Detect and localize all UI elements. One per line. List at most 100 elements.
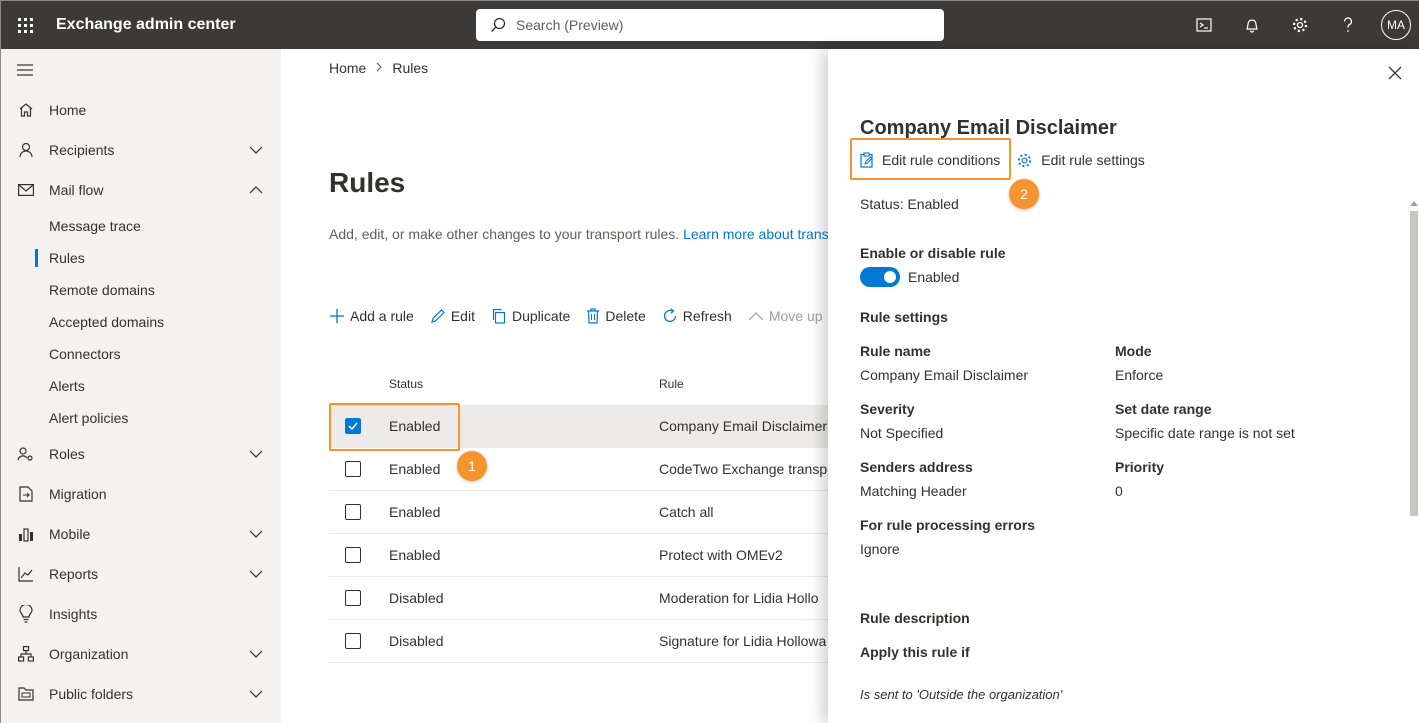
add-rule-button[interactable]: Add a rule xyxy=(329,308,414,324)
sidebar-item-reports[interactable]: Reports xyxy=(1,558,281,590)
sidebar-item-label: Organization xyxy=(49,646,129,662)
sidebar-subitem-label: Remote domains xyxy=(49,282,155,298)
panel-scrollbar[interactable] xyxy=(1409,189,1419,723)
sidebar-item-label: Mobile xyxy=(49,526,91,542)
apply-rule-heading: Apply this rule if xyxy=(860,644,970,660)
collapse-nav-button[interactable] xyxy=(17,63,33,81)
person-icon xyxy=(17,141,35,159)
row-status: Enabled xyxy=(389,461,441,477)
edit-label: Edit xyxy=(450,308,475,324)
rule-description-heading: Rule description xyxy=(860,610,970,626)
field-value-severity: Not Specified xyxy=(860,425,944,441)
chevron-right-icon xyxy=(376,61,383,75)
refresh-icon xyxy=(663,308,676,323)
breadcrumb-home[interactable]: Home xyxy=(329,60,366,76)
chevron-down-icon xyxy=(249,685,263,703)
duplicate-button[interactable]: Duplicate xyxy=(491,308,570,324)
chevron-down-icon xyxy=(249,525,263,543)
callout-highlight-1 xyxy=(329,403,460,451)
sidebar-subitem-rules[interactable]: Rules xyxy=(1,242,281,274)
table-header: Status Rule xyxy=(329,369,828,399)
sidebar-item-migration[interactable]: Migration xyxy=(1,478,281,510)
field-label-date-range: Set date range xyxy=(1115,401,1212,417)
sidebar-item-label: Recipients xyxy=(49,142,115,158)
row-rule-name: Catch all xyxy=(659,504,714,520)
pencil-icon xyxy=(430,309,445,323)
move-up-button[interactable]: Move up xyxy=(748,308,823,324)
row-checkbox[interactable] xyxy=(345,633,361,649)
toggle-state-label: Enabled xyxy=(908,269,960,285)
row-checkbox[interactable] xyxy=(345,590,361,606)
row-checkbox[interactable] xyxy=(345,461,361,477)
sidebar-subitem-connectors[interactable]: Connectors xyxy=(1,338,281,370)
row-status: Disabled xyxy=(389,633,444,649)
rule-status: Status: Enabled xyxy=(860,196,959,212)
panel-title: Company Email Disclaimer xyxy=(860,117,1117,139)
add-rule-label: Add a rule xyxy=(350,308,414,324)
scroll-up-icon xyxy=(1410,193,1418,206)
edit-button[interactable]: Edit xyxy=(430,308,475,324)
sidebar-subitem-alerts[interactable]: Alerts xyxy=(1,370,281,402)
sidebar-item-home[interactable]: Home xyxy=(1,94,281,126)
app-launcher-button[interactable] xyxy=(1,1,49,49)
close-panel-button[interactable] xyxy=(1387,65,1403,81)
sidebar-item-mobile[interactable]: Mobile xyxy=(1,518,281,550)
gear-icon xyxy=(1292,17,1308,33)
help-button[interactable] xyxy=(1324,1,1372,49)
scrollbar-thumb[interactable] xyxy=(1410,211,1418,516)
duplicate-label: Duplicate xyxy=(511,308,571,324)
row-rule-name: Signature for Lidia Hollowa xyxy=(659,633,827,649)
sidebar-subitem-label: Message trace xyxy=(49,218,141,234)
row-checkbox[interactable] xyxy=(345,547,361,563)
chevron-down-icon xyxy=(249,565,263,583)
refresh-button[interactable]: Refresh xyxy=(662,308,732,324)
table-row[interactable]: Enabled Protect with OMEv2 xyxy=(329,534,828,577)
edit-rule-settings-button[interactable]: Edit rule settings xyxy=(1016,152,1145,169)
field-label-severity: Severity xyxy=(860,401,915,417)
breadcrumb-current: Rules xyxy=(392,60,429,76)
table-row[interactable]: Disabled Signature for Lidia Hollowa xyxy=(329,620,828,663)
sidebar-subitem-accepted-domains[interactable]: Accepted domains xyxy=(1,306,281,338)
table-row[interactable]: Enabled CodeTwo Exchange transpo xyxy=(329,448,828,491)
delete-button[interactable]: Delete xyxy=(586,308,646,324)
avatar[interactable]: MA xyxy=(1381,10,1411,40)
sidebar-item-mail-flow[interactable]: Mail flow xyxy=(1,174,281,206)
cloud-shell-button[interactable] xyxy=(1180,1,1228,49)
row-checkbox[interactable] xyxy=(345,504,361,520)
sidebar-item-recipients[interactable]: Recipients xyxy=(1,134,281,166)
chevron-up-icon xyxy=(748,312,764,321)
mail-icon xyxy=(17,181,35,199)
chevron-down-icon xyxy=(249,445,263,463)
field-value-mode: Enforce xyxy=(1115,367,1164,383)
sidebar-item-roles[interactable]: Roles xyxy=(1,438,281,470)
field-label-mode: Mode xyxy=(1115,343,1152,359)
column-header-status[interactable]: Status xyxy=(389,377,423,391)
sidebar-subitem-label: Rules xyxy=(49,250,85,266)
sidebar-subitem-remote-domains[interactable]: Remote domains xyxy=(1,274,281,306)
sidebar-subitem-alert-policies[interactable]: Alert policies xyxy=(1,402,281,434)
enable-rule-toggle[interactable] xyxy=(860,267,900,287)
sidebar-item-public-folders[interactable]: Public folders xyxy=(1,678,281,710)
sidebar-item-label: Reports xyxy=(49,566,99,582)
sidebar-item-organization[interactable]: Organization xyxy=(1,638,281,670)
learn-more-link[interactable]: Learn more about trans xyxy=(683,226,828,242)
refresh-label: Refresh xyxy=(682,308,732,324)
notifications-button[interactable] xyxy=(1228,1,1276,49)
search-input[interactable]: Search (Preview) xyxy=(476,9,944,41)
table-row[interactable]: Enabled Catch all xyxy=(329,491,828,534)
gear-icon xyxy=(1018,153,1032,167)
copy-icon xyxy=(492,308,506,324)
delete-label: Delete xyxy=(605,308,646,324)
search-placeholder: Search (Preview) xyxy=(516,17,624,33)
app-title[interactable]: Exchange admin center xyxy=(56,16,236,34)
home-icon xyxy=(17,101,35,119)
column-header-rule[interactable]: Rule xyxy=(659,377,684,391)
top-bar: Exchange admin center Search (Preview) M… xyxy=(1,1,1419,49)
field-value-priority: 0 xyxy=(1115,483,1123,499)
table-row[interactable]: Disabled Moderation for Lidia Hollo xyxy=(329,577,828,620)
sidebar-item-insights[interactable]: Insights xyxy=(1,598,281,630)
waffle-icon xyxy=(17,17,33,33)
settings-button[interactable] xyxy=(1276,1,1324,49)
roles-icon xyxy=(17,445,35,463)
sidebar-subitem-message-trace[interactable]: Message trace xyxy=(1,210,281,242)
